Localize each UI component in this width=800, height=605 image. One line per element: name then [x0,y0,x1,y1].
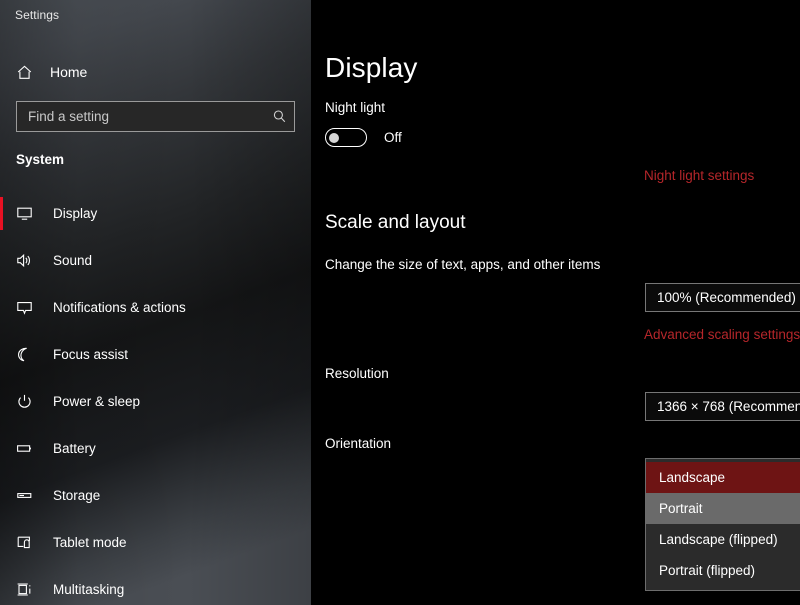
selection-accent-bar [0,338,3,371]
sidebar-item-display-label: Display [53,206,98,221]
multitasking-icon [16,581,42,598]
app-title: Settings [15,8,60,22]
resolution-combobox[interactable]: 1366 × 768 (Recommended) [645,392,800,421]
tablet-icon [16,534,42,551]
sidebar-nav: Display Sound Notifications & actions Fo… [0,190,311,605]
battery-icon [16,440,42,457]
sidebar-item-tablet-mode[interactable]: Tablet mode [0,519,311,566]
sidebar-item-storage[interactable]: Storage [0,472,311,519]
orientation-option-label: Portrait [659,501,703,516]
night-light-label: Night light [325,100,386,115]
scale-and-layout-heading: Scale and layout [325,212,466,233]
selection-accent-bar [0,573,3,605]
storage-icon [16,487,42,504]
selection-accent-bar [0,526,3,559]
sidebar-item-focus-assist[interactable]: Focus assist [0,331,311,378]
selection-accent-bar [0,197,3,230]
night-light-toggle-row: Off [325,128,402,147]
orientation-option-landscape[interactable]: Landscape [646,462,800,493]
orientation-option-label: Portrait (flipped) [659,563,756,578]
selection-accent-bar [0,385,3,418]
orientation-option-label: Landscape [659,470,726,485]
sidebar-item-home[interactable]: Home [0,57,311,87]
selection-accent-bar [0,479,3,512]
sidebar-item-multitasking[interactable]: Multitasking [0,566,311,605]
sidebar-item-multitasking-label: Multitasking [53,582,125,597]
sidebar-item-storage-label: Storage [53,488,101,503]
sidebar-item-tablet-mode-label: Tablet mode [53,535,127,550]
sidebar: Settings Home System [0,0,311,605]
scale-label: Change the size of text, apps, and other… [325,257,601,272]
sidebar-item-display[interactable]: Display [0,190,311,237]
main-content: Display Night light Off Night light sett… [311,0,800,605]
scale-combobox[interactable]: 100% (Recommended) [645,283,800,312]
toggle-knob [329,132,339,143]
advanced-scaling-settings-link[interactable]: Advanced scaling settings [644,327,800,342]
sidebar-item-power-sleep[interactable]: Power & sleep [0,378,311,425]
night-light-toggle[interactable] [325,128,367,147]
sidebar-item-focus-assist-label: Focus assist [53,347,129,362]
sidebar-item-sound[interactable]: Sound [0,237,311,284]
orientation-dropdown-list: Landscape Portrait Landscape (flipped) P… [645,458,800,591]
night-light-settings-link[interactable]: Night light settings [644,168,754,183]
page-title: Display [325,52,418,83]
chat-bubble-icon [16,299,42,316]
settings-window: Settings Home System [0,0,800,605]
sidebar-item-home-label: Home [50,64,88,80]
selection-accent-bar [0,432,3,465]
sidebar-item-power-sleep-label: Power & sleep [53,394,141,409]
sidebar-group-title: System [16,152,65,167]
orientation-option-label: Landscape (flipped) [659,532,778,547]
orientation-option-portrait[interactable]: Portrait [646,493,800,524]
sidebar-item-notifications-label: Notifications & actions [53,300,186,315]
monitor-icon [16,205,42,222]
scale-combobox-value: 100% (Recommended) [657,290,796,305]
moon-icon [16,346,42,363]
selection-accent-bar [0,291,3,324]
power-icon [16,393,42,410]
resolution-combobox-value: 1366 × 768 (Recommended) [657,399,800,414]
search-icon[interactable] [264,109,294,124]
sidebar-item-sound-label: Sound [53,253,93,268]
sidebar-item-notifications[interactable]: Notifications & actions [0,284,311,331]
speaker-icon [16,252,42,269]
resolution-label: Resolution [325,366,389,381]
selection-accent-bar [0,244,3,277]
search-box[interactable] [16,101,295,132]
night-light-toggle-state: Off [384,130,402,145]
orientation-option-portrait-flipped[interactable]: Portrait (flipped) [646,555,800,586]
sidebar-item-battery-label: Battery [53,441,96,456]
sidebar-item-battery[interactable]: Battery [0,425,311,472]
search-input[interactable] [17,102,264,131]
orientation-option-landscape-flipped[interactable]: Landscape (flipped) [646,524,800,555]
home-icon [16,64,42,81]
orientation-label: Orientation [325,436,392,451]
